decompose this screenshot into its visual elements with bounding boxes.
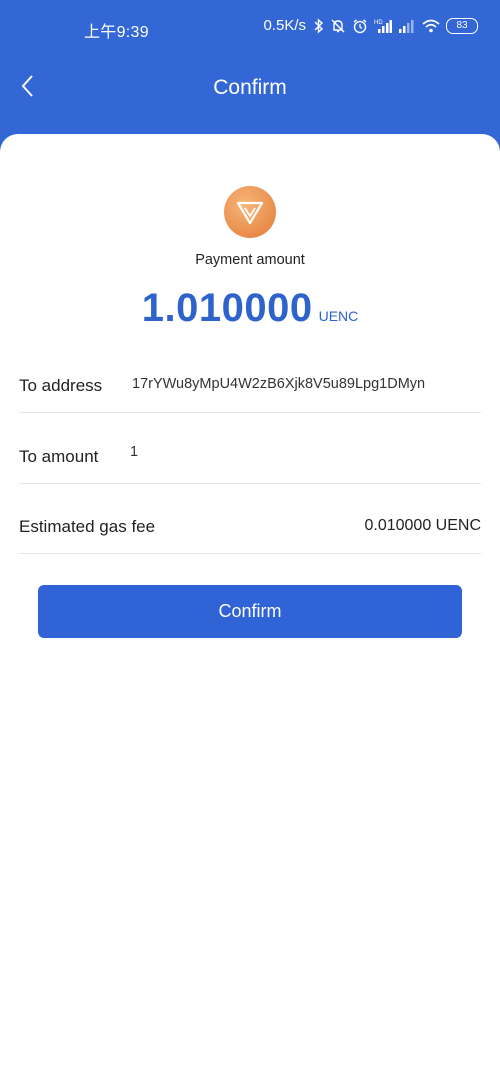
amount-unit: UENC <box>318 308 359 324</box>
alarm-icon <box>352 18 368 34</box>
signal-icon <box>398 18 416 34</box>
app-header: Confirm <box>0 56 500 120</box>
status-time: 上午9:39 <box>84 24 149 41</box>
to-address-row: To address 17rYWu8yMpU4W2zB6Xjk8V5u89Lpg… <box>19 358 481 413</box>
amount-value: 1.010000 <box>141 286 313 330</box>
signal-hd-icon: HD <box>374 18 392 34</box>
to-amount-row: To amount 1 <box>19 429 481 484</box>
confirm-button[interactable]: Confirm <box>38 585 462 638</box>
payment-amount-label: Payment amount <box>195 252 305 268</box>
bluetooth-icon <box>314 17 324 34</box>
page-title: Confirm <box>213 76 287 99</box>
to-amount-label: To amount <box>19 447 99 466</box>
confirm-card: Payment amount 1.010000 UENC To address 1… <box>0 134 500 1083</box>
battery-icon: 83 <box>446 17 478 34</box>
gas-fee-value: 0.010000 UENC <box>364 517 481 534</box>
status-icons: 0.5K/s HD 83 <box>263 17 478 34</box>
uenc-logo-icon <box>224 186 276 238</box>
to-address-value: 17rYWu8yMpU4W2zB6Xjk8V5u89Lpg1DMyn <box>132 376 426 392</box>
gas-fee-row: Estimated gas fee 0.010000 UENC <box>19 499 481 554</box>
gas-fee-label: Estimated gas fee <box>19 517 156 536</box>
net-speed: 0.5K/s <box>263 17 306 34</box>
payment-amount: 1.010000 UENC <box>0 286 500 331</box>
svg-text:HD: HD <box>374 20 383 26</box>
mute-icon <box>330 18 346 34</box>
to-address-label: To address <box>19 376 103 395</box>
to-amount-value: 1 <box>130 444 139 460</box>
wifi-icon <box>422 18 440 34</box>
status-bar: 上午9:39 0.5K/s HD 83 <box>0 0 500 56</box>
